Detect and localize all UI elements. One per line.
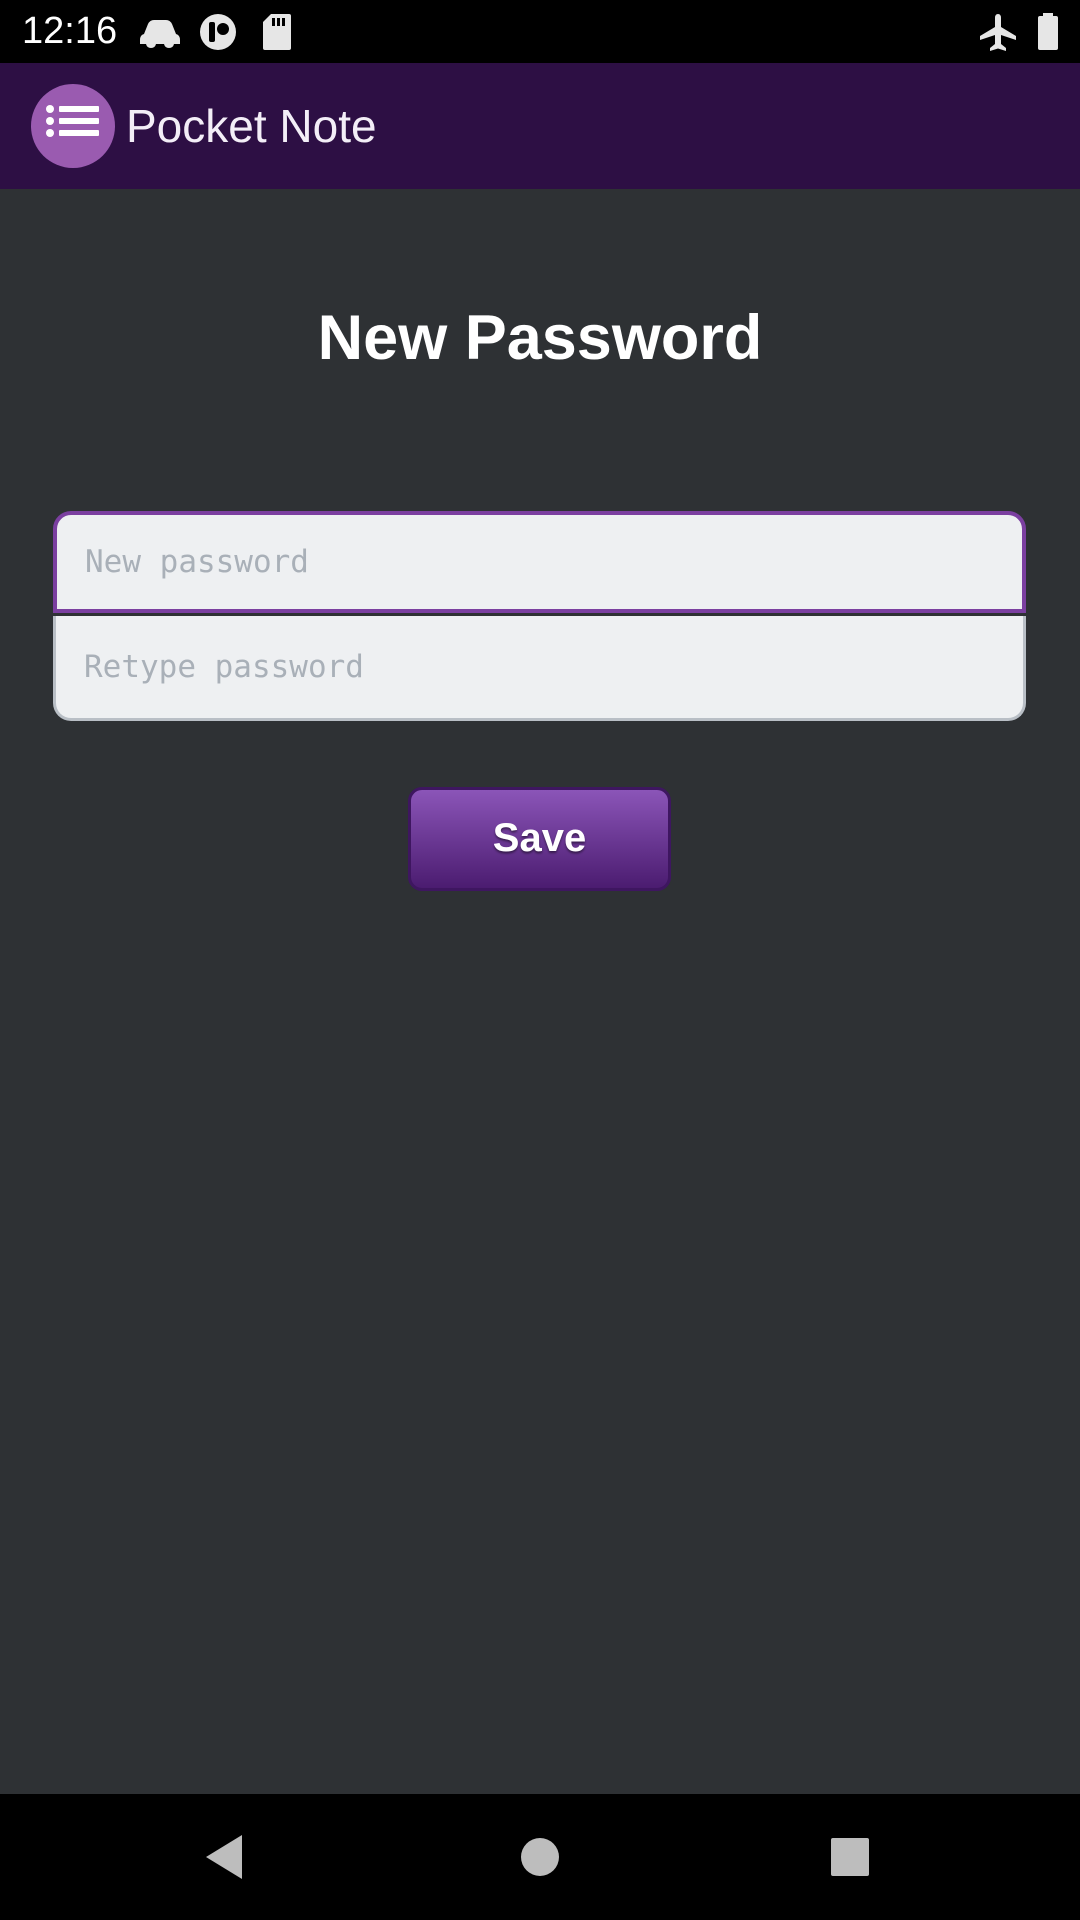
airplane-mode-icon [978, 12, 1018, 52]
status-time: 12:16 [22, 10, 118, 52]
recents-icon[interactable] [820, 1827, 880, 1887]
app-bar: Pocket Note [0, 63, 1080, 189]
password-form [53, 511, 1026, 721]
menu-button[interactable] [31, 84, 115, 168]
app-title: Pocket Note [126, 100, 377, 152]
sd-card-icon [261, 12, 301, 52]
car-icon [138, 12, 180, 52]
back-icon[interactable] [196, 1827, 256, 1887]
retype-password-input[interactable] [53, 616, 1026, 721]
vpn-key-icon [198, 12, 238, 52]
new-password-input[interactable] [53, 511, 1026, 613]
list-icon [46, 105, 99, 137]
save-button[interactable]: Save [408, 787, 671, 891]
battery-icon [1036, 12, 1076, 52]
page-title: New Password [317, 303, 763, 373]
home-icon[interactable] [510, 1827, 570, 1887]
navigation-bar [0, 1794, 1080, 1920]
status-bar: 12:16 [0, 0, 1080, 63]
